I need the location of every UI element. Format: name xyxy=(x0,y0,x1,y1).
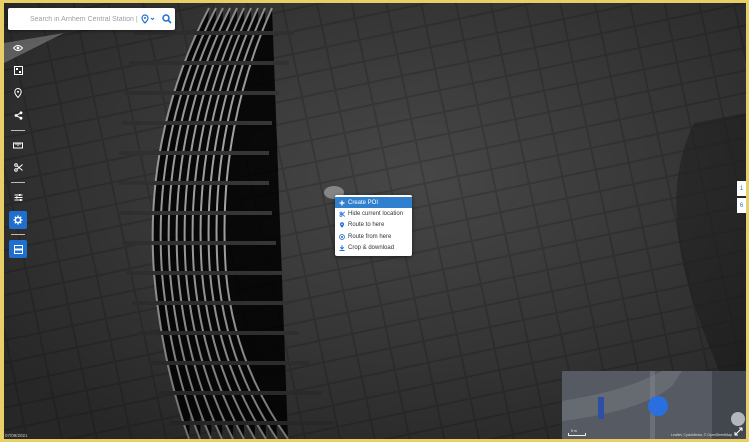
expand-icon[interactable] xyxy=(734,427,743,436)
right-side-tabs: 1 6 xyxy=(737,181,746,215)
scale-bar xyxy=(568,433,586,436)
panel-button[interactable] xyxy=(9,240,27,258)
side-tab-1[interactable]: 1 xyxy=(737,181,746,196)
search-bar xyxy=(8,8,175,30)
target-icon xyxy=(339,233,345,240)
toolbar-divider xyxy=(11,130,25,131)
menu-item-hide-location[interactable]: Hide current location xyxy=(335,208,412,219)
layers-icon xyxy=(13,66,23,75)
context-menu: Create POI Hide current location Route t… xyxy=(335,195,412,256)
map-pin-icon xyxy=(14,88,22,98)
visibility-button[interactable] xyxy=(9,39,27,57)
share-button[interactable] xyxy=(9,107,27,125)
eye-icon xyxy=(13,45,23,51)
settings-icon xyxy=(13,215,23,224)
ruler-icon xyxy=(13,142,23,148)
panel-icon xyxy=(13,244,23,254)
pin-icon xyxy=(340,222,344,229)
layers-button[interactable] xyxy=(9,62,27,80)
settings-button[interactable] xyxy=(9,210,27,229)
map-pin-icon xyxy=(141,14,155,24)
menu-item-route-to[interactable]: Route to here xyxy=(335,220,412,231)
toolbar-divider xyxy=(11,182,25,183)
side-tab-6[interactable]: 6 xyxy=(737,198,746,213)
poi-button[interactable] xyxy=(9,84,27,102)
menu-item-route-from[interactable]: Route from here xyxy=(335,231,412,242)
sliders-icon xyxy=(14,193,22,201)
menu-item-crop-download[interactable]: Crop & download xyxy=(335,242,412,253)
search-icon xyxy=(162,14,172,24)
minimap-image xyxy=(562,371,746,439)
cut-button[interactable] xyxy=(9,159,27,177)
menu-item-label: Create POI xyxy=(348,199,379,206)
minimap[interactable]: 5 m Leaflet, CycloMedia, © OpenStreetMap xyxy=(562,371,746,439)
toolbar-divider xyxy=(11,234,25,235)
map-attribution: Leaflet, CycloMedia, © OpenStreetMap xyxy=(671,433,732,437)
location-filter-button[interactable] xyxy=(138,9,157,29)
scissors-icon xyxy=(13,163,23,172)
measure-button[interactable] xyxy=(9,136,27,154)
hide-location-icon xyxy=(339,211,345,217)
capture-date: 07/09/2021 xyxy=(5,433,28,438)
menu-item-label: Route from here xyxy=(348,233,392,240)
plus-icon xyxy=(339,200,345,206)
menu-item-label: Crop & download xyxy=(348,244,395,251)
adjust-button[interactable] xyxy=(9,188,27,206)
left-toolbar xyxy=(8,39,28,263)
menu-item-label: Route to here xyxy=(348,222,385,229)
panorama-viewer[interactable]: Create POI Hide current location Route t… xyxy=(4,3,746,439)
menu-item-create-poi[interactable]: Create POI xyxy=(335,197,412,209)
menu-item-label: Hide current location xyxy=(348,210,404,217)
search-input[interactable] xyxy=(30,15,139,23)
scale-label: 5 m xyxy=(571,429,577,433)
download-icon xyxy=(339,245,345,251)
search-button[interactable] xyxy=(160,9,175,29)
share-icon xyxy=(14,111,22,120)
